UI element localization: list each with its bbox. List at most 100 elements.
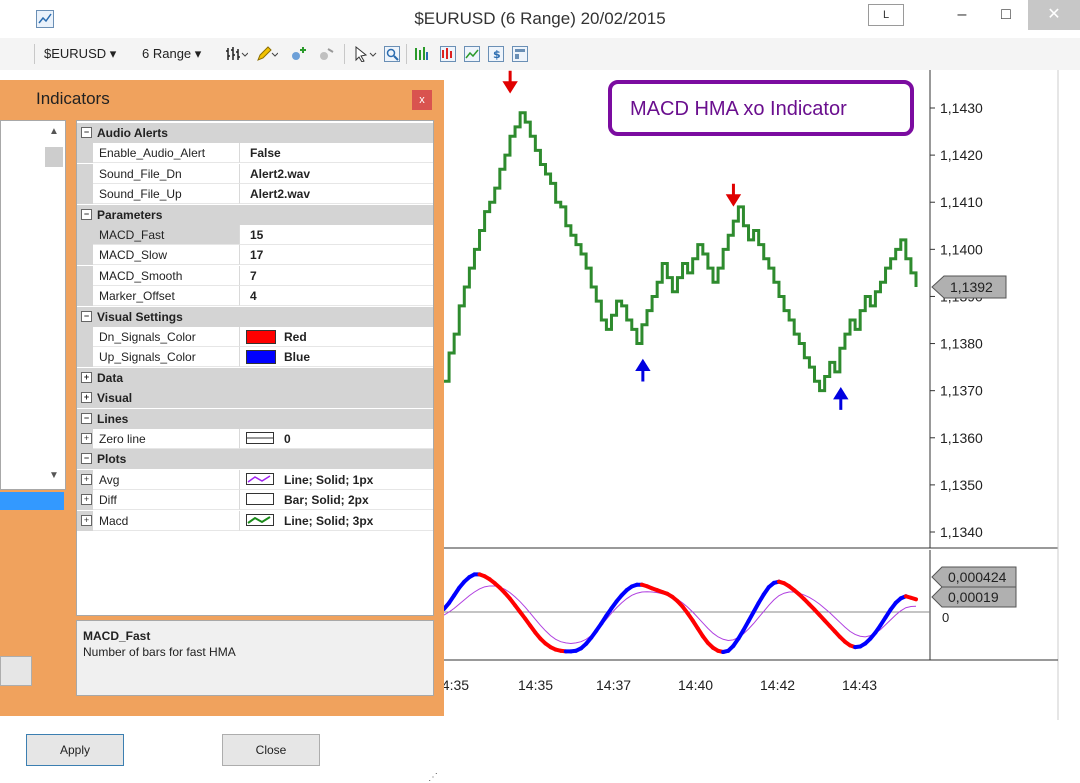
toggle-icon[interactable]: + [81,494,92,506]
property-name: MACD_Fast [99,228,165,242]
template-icon[interactable] [512,46,528,62]
avg-plot-style-icon[interactable] [246,472,274,485]
scrollbar-thumb[interactable] [45,147,63,167]
row-gutter [77,184,93,205]
diff-plot-style-icon[interactable] [246,493,274,506]
macd-segment [908,595,918,602]
category-row[interactable]: − Audio Alerts [77,123,433,143]
svg-text:$: $ [493,48,501,61]
indicator-list-selected-item[interactable] [0,492,64,510]
cursor-icon[interactable] [354,45,377,63]
property-value-cell[interactable]: 7 [240,266,433,286]
property-value: Blue [284,350,311,365]
property-row[interactable]: Avg Line; Solid; 1px + [77,469,433,490]
toggle-icon[interactable]: − [81,412,92,424]
property-value-cell[interactable]: 17 [240,245,433,266]
strategy-icon[interactable] [318,46,334,62]
property-value-cell[interactable]: Bar; Solid; 2px [240,490,433,511]
property-row[interactable]: MACD_Slow 17 [77,245,433,266]
property-value: 7 [250,268,257,283]
toggle-icon[interactable]: + [81,392,92,404]
properties-icon[interactable] [464,46,480,62]
property-row[interactable]: MACD_Smooth 7 [77,265,433,286]
property-value-cell[interactable]: 0 [240,429,433,449]
category-row[interactable]: − Visual Settings [77,306,433,327]
category-label: Audio Alerts [97,126,168,140]
maximize-button[interactable]: □ [984,0,1028,30]
category-row[interactable]: − Lines [77,408,433,429]
toggle-icon[interactable]: + [81,514,92,526]
property-row[interactable]: Zero line 0 + [77,429,433,449]
property-value-cell[interactable]: Alert2.wav [240,184,433,205]
drawing-pencil-icon[interactable] [256,46,279,62]
property-value-cell[interactable]: Alert2.wav [240,164,433,184]
property-grid[interactable]: − Audio Alerts Enable_Audio_Alert False Soun… [76,120,434,616]
property-value-cell[interactable]: Blue [240,347,433,368]
toggle-icon[interactable]: − [81,310,92,322]
toolbar-separator [344,44,345,64]
property-row[interactable]: Marker_Offset 4 [77,286,433,307]
property-value: 0 [284,432,291,446]
color-swatch[interactable] [246,330,276,344]
property-row[interactable]: Dn_Signals_Color Red [77,327,433,347]
instrument-dropdown[interactable]: $EURUSD ▾ [44,46,116,62]
toggle-icon[interactable]: + [81,433,92,444]
toggle-icon[interactable]: + [81,473,92,485]
indicator-list[interactable]: ▲ ▼ [0,120,66,490]
data-box-icon[interactable] [414,46,430,62]
left-panel-button[interactable] [0,656,32,686]
zero-plot-style-icon[interactable] [246,432,274,444]
dialog-close-button[interactable]: x [412,90,432,110]
property-value-cell[interactable]: Line; Solid; 3px [240,511,433,531]
macd-value-label: 0,000424 [948,569,1007,585]
property-value-cell[interactable]: 4 [240,286,433,307]
time-tick-label: 14:35 [518,677,553,693]
property-row[interactable]: Macd Line; Solid; 3px + [77,510,433,531]
property-row[interactable]: Sound_File_Dn Alert2.wav [77,163,433,184]
property-row[interactable]: MACD_Fast 15 [77,225,433,245]
close-button[interactable]: Close [222,734,320,766]
bar-type-icon[interactable] [226,46,249,62]
price-axis: 1,14301,14201,14101,14001,13901,13801,13… [444,70,1059,720]
toggle-icon[interactable]: + [81,371,92,383]
property-row[interactable]: Sound_File_Up Alert2.wav [77,184,433,205]
toggle-icon[interactable]: − [81,208,92,220]
category-row[interactable]: − Plots [77,449,433,470]
minimize-button[interactable]: – [940,0,984,30]
property-value-cell[interactable]: False [240,143,433,164]
chart-style-icon[interactable] [440,46,456,62]
resize-grip-icon[interactable]: ⋰ [428,772,438,783]
property-row[interactable]: Enable_Audio_Alert False [77,143,433,164]
property-value-cell[interactable]: Line; Solid; 1px [240,470,433,490]
scroll-up-icon[interactable]: ▲ [45,123,63,141]
property-value-cell[interactable]: 15 [240,225,433,245]
property-row[interactable]: Up_Signals_Color Blue [77,347,433,368]
category-row[interactable]: − Parameters [77,204,433,225]
property-name: Enable_Audio_Alert [99,146,206,161]
up-signal-arrow [635,358,651,382]
property-value: Line; Solid; 3px [284,513,374,528]
category-row[interactable]: + Data [77,367,433,388]
row-gutter [77,143,93,164]
period-dropdown[interactable]: 6 Range ▾ [142,46,201,62]
zoom-icon[interactable] [384,46,400,62]
price-tick-label: 1,1360 [940,430,983,446]
category-row[interactable]: + Visual [77,388,433,409]
toggle-icon[interactable]: − [81,127,92,138]
property-value-cell[interactable]: Red [240,327,433,347]
close-window-button[interactable]: ✕ [1028,0,1080,30]
property-row[interactable]: Diff Bar; Solid; 2px + [77,490,433,511]
indicators-dialog: Indicators x ▲ ▼ − Audio Alerts Enable_Aud… [0,80,444,783]
l-button[interactable]: L [868,4,904,26]
apply-button[interactable]: Apply [26,734,124,766]
macd-plot-style-icon[interactable] [246,513,274,526]
add-indicator-icon[interactable] [290,46,306,62]
toggle-icon[interactable]: − [81,453,92,465]
scroll-down-icon[interactable]: ▼ [45,467,63,485]
dollar-icon[interactable]: $ [488,46,504,62]
row-gutter [77,327,93,347]
color-swatch[interactable] [246,350,276,365]
price-tick-label: 1,1380 [940,336,983,352]
down-signal-arrow [502,70,518,94]
property-name: Dn_Signals_Color [99,330,196,344]
